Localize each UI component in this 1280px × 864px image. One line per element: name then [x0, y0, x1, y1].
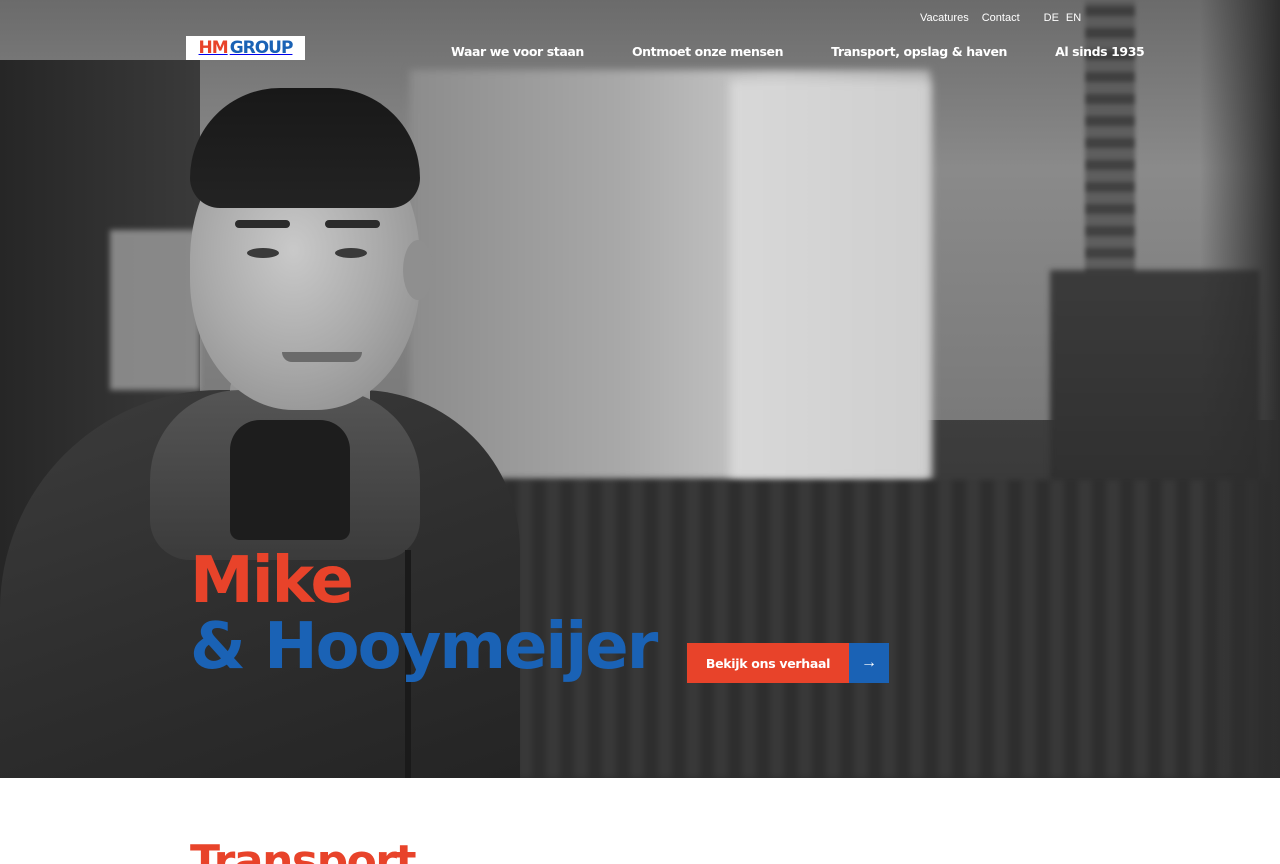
portrait-mouth — [282, 352, 362, 362]
hero-background-container-side — [730, 80, 930, 480]
portrait-hair — [190, 88, 420, 208]
lang-de-link[interactable]: DE — [1044, 12, 1059, 24]
logo-hm: HM — [198, 37, 229, 58]
hero-headline: Mike & Hooymeijer — [190, 544, 658, 684]
nav-item-al-sinds-1935[interactable]: Al sinds 1935 — [1055, 44, 1145, 59]
main-nav: Waar we voor staan Ontmoet onze mensen T… — [451, 44, 1145, 59]
nav-item-transport-opslag-haven[interactable]: Transport, opslag & haven — [831, 44, 1007, 59]
hero-headline-company: & Hooymeijer — [190, 610, 658, 684]
view-story-button[interactable]: Bekijk ons verhaal → — [687, 643, 889, 683]
nav-item-waar-we-voor-staan[interactable]: Waar we voor staan — [451, 44, 584, 59]
vacatures-link[interactable]: Vacatures — [920, 12, 969, 24]
logo-group: GROUP — [229, 37, 294, 58]
portrait-brow-left — [235, 220, 290, 228]
portrait-eye-left — [247, 248, 279, 258]
hero-background-shade — [1200, 0, 1280, 778]
transport-section-title: Transport — [190, 836, 417, 864]
lang-en-link[interactable]: EN — [1066, 12, 1081, 24]
hero-headline-name: Mike — [190, 544, 354, 618]
portrait-ear — [403, 240, 433, 300]
utility-nav: Vacatures Contact DE EN — [920, 12, 1081, 24]
arrow-right-icon: → — [849, 643, 889, 683]
hero-background-crane — [1085, 0, 1135, 280]
language-switcher: DE EN — [1044, 12, 1082, 24]
portrait-brow-right — [325, 220, 380, 228]
hm-group-logo[interactable]: HM GROUP — [186, 36, 305, 60]
portrait-eye-right — [335, 248, 367, 258]
contact-link[interactable]: Contact — [982, 12, 1020, 24]
hero-section: HM GROUP Vacatures Contact DE EN Waar we… — [0, 0, 1280, 778]
nav-item-ontmoet-onze-mensen[interactable]: Ontmoet onze mensen — [632, 44, 784, 59]
portrait-shirt — [230, 420, 350, 540]
view-story-label: Bekijk ons verhaal — [687, 643, 849, 683]
